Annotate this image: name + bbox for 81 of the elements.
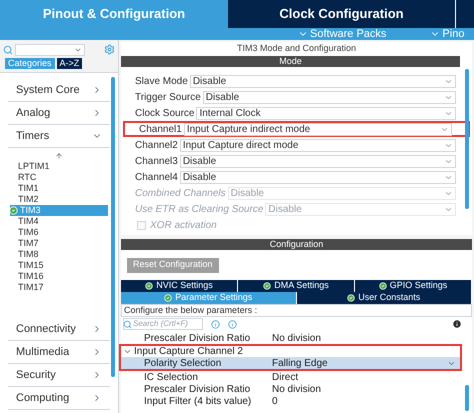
info-icon [452, 319, 462, 329]
scrollbar[interactable] [465, 385, 469, 411]
parameter-value: Direct [272, 370, 300, 384]
parameter-row[interactable]: IC Selection Direct [121, 371, 460, 383]
timer-item[interactable]: TIM16 [10, 271, 108, 282]
category-item[interactable]: Timers [8, 125, 110, 148]
timer-item[interactable]: TIM2 [10, 194, 108, 205]
field-label: Channel1 [139, 122, 183, 136]
chevron-down-icon [123, 347, 132, 356]
info-icon[interactable] [211, 320, 220, 328]
select-field[interactable]: Disable [202, 90, 456, 104]
field-label: Trigger Source [135, 90, 202, 104]
config-tab[interactable]: GPIO Settings [355, 280, 472, 292]
timer-item[interactable]: TIM6 [10, 227, 108, 238]
checkbox-label: XOR activation [150, 218, 217, 232]
hint-text: Configure the below parameters : [121, 304, 472, 317]
parameter-value: 0 [272, 394, 279, 408]
field-label: Use ETR as Clearing Source [135, 202, 264, 216]
timer-item[interactable]: TIM17 [10, 282, 108, 293]
tab-strip [456, 0, 474, 28]
select-field[interactable]: Disable [190, 74, 456, 88]
timer-item[interactable]: TIM8 [10, 249, 108, 260]
check-icon [378, 282, 387, 290]
select-field[interactable]: Disable [180, 170, 456, 184]
category-item[interactable]: Security [8, 364, 110, 387]
category-item[interactable]: System Core [8, 79, 110, 102]
search-field[interactable] [15, 44, 85, 56]
timer-item[interactable]: TIM1 [10, 183, 108, 194]
sort-icon[interactable] [55, 152, 63, 160]
field-label: Clock Source [135, 106, 196, 120]
config-tab[interactable]: DMA Settings [238, 280, 355, 292]
select-field[interactable]: Input Capture direct mode [180, 138, 456, 152]
parameter-row[interactable]: Polarity Selection Falling Edge [121, 357, 460, 369]
category-item[interactable]: Analog [8, 102, 110, 125]
section-header: Mode [121, 56, 460, 67]
category-item[interactable]: Multimedia [8, 341, 110, 364]
view-tab[interactable]: A->Z [56, 58, 82, 69]
search-icon [123, 320, 132, 328]
parameter-row[interactable]: Input Filter (4 bits value) 0 [121, 395, 460, 407]
parameter-name: Prescaler Division Ratio [143, 382, 252, 396]
settings-icon[interactable] [104, 44, 115, 55]
config-tab[interactable]: NVIC Settings [121, 280, 238, 292]
check-icon [145, 282, 154, 290]
parameter-row[interactable]: Prescaler Division Ratio No division [121, 332, 460, 344]
parameter-name: Input Filter (4 bits value) [143, 394, 252, 408]
field-label: Combined Channels [135, 186, 227, 200]
check-icon [347, 294, 356, 302]
section-header: Configuration [121, 239, 472, 250]
parameter-name: Polarity Selection [143, 356, 222, 370]
scrollbar[interactable] [465, 69, 469, 209]
search-icon [3, 44, 13, 54]
select-field[interactable]: Internal Clock [196, 106, 456, 120]
parameter-value: No division [272, 382, 322, 396]
search-field[interactable]: Search (Crtl+F) [123, 318, 203, 330]
parameter-value: No division [272, 332, 322, 346]
check-icon [9, 206, 18, 215]
select-field[interactable]: Input Capture indirect mode [184, 122, 452, 136]
field-label: Slave Mode [135, 74, 189, 88]
select-field[interactable]: Disable [180, 154, 456, 168]
timer-item[interactable]: TIM4 [10, 216, 108, 227]
field-label: Channel3 [135, 154, 179, 168]
parameter-value: Falling Edge [272, 356, 329, 370]
config-tab[interactable]: User Constants [296, 292, 472, 304]
timer-item[interactable]: TIM7 [10, 238, 108, 249]
check-icon [263, 282, 272, 290]
main-tab[interactable]: Clock Configuration [228, 0, 456, 28]
check-icon [164, 294, 172, 302]
info-icon[interactable] [228, 320, 237, 328]
parameter-name: Prescaler Division Ratio [143, 332, 252, 346]
scrollbar[interactable] [111, 77, 115, 377]
panel-title: TIM3 Mode and Configuration [236, 42, 358, 56]
parameter-name: IC Selection [143, 370, 199, 384]
tree-group[interactable]: Input Capture Channel 2 [121, 346, 460, 357]
category-item[interactable]: Connectivity [8, 318, 110, 341]
category-item[interactable]: Computing [8, 387, 110, 410]
timer-item[interactable]: TIM15 [10, 260, 108, 271]
parameter-row[interactable]: Prescaler Division Ratio No division [121, 383, 460, 395]
timer-item[interactable]: RTC [10, 172, 108, 183]
timer-item[interactable]: LPTIM1 [10, 161, 108, 172]
field-label: Channel2 [135, 138, 179, 152]
field-label: Channel4 [135, 170, 179, 184]
